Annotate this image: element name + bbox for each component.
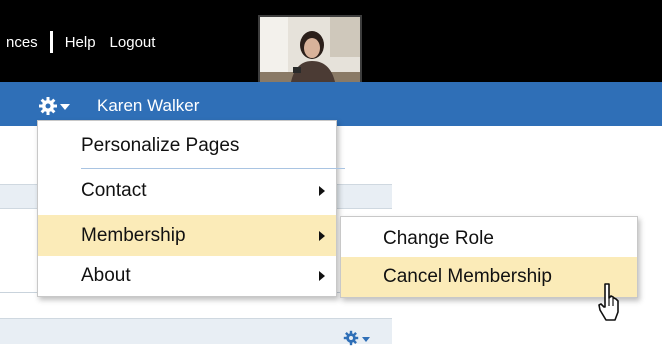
- menu-item-label: Personalize Pages: [81, 134, 240, 156]
- panel-gear-icon[interactable]: [343, 330, 359, 346]
- global-links: nces Help Logout: [6, 31, 156, 53]
- chevron-down-icon[interactable]: [60, 104, 70, 110]
- gear-icon[interactable]: [38, 96, 58, 116]
- menu-item-membership[interactable]: Membership: [38, 215, 336, 256]
- submenu-item-cancel-membership[interactable]: Cancel Membership: [341, 257, 637, 297]
- submenu-arrow-icon: [319, 231, 325, 241]
- menu-item-label: About: [81, 264, 131, 286]
- membership-submenu: Change Role Cancel Membership: [340, 216, 638, 298]
- submenu-item-label: Change Role: [383, 228, 494, 249]
- submenu-arrow-icon: [319, 271, 325, 281]
- mouse-pointer-icon: [598, 283, 619, 321]
- menu-item-contact[interactable]: Contact: [38, 170, 336, 211]
- user-photo-image: [260, 17, 360, 87]
- menu-item-about[interactable]: About: [38, 255, 336, 296]
- submenu-arrow-icon: [319, 186, 325, 196]
- menu-item-label: Contact: [81, 179, 147, 201]
- menu-separator: [81, 168, 345, 169]
- menu-item-personalize-pages[interactable]: Personalize Pages: [38, 125, 336, 166]
- user-dropdown-menu: Personalize Pages Contact Membership Abo…: [37, 120, 345, 297]
- logout-link[interactable]: Logout: [110, 34, 156, 51]
- submenu-item-label: Cancel Membership: [383, 266, 552, 287]
- menu-item-label: Membership: [81, 224, 186, 246]
- help-link[interactable]: Help: [65, 34, 96, 51]
- user-name[interactable]: Karen Walker: [97, 96, 199, 116]
- link-separator: [49, 31, 53, 53]
- panel-toolbar: [0, 318, 392, 344]
- submenu-item-change-role[interactable]: Change Role: [341, 219, 637, 259]
- panel-chevron-down-icon[interactable]: [362, 337, 370, 342]
- preferences-link[interactable]: nces: [6, 34, 38, 51]
- user-photo-avatar[interactable]: [258, 15, 362, 89]
